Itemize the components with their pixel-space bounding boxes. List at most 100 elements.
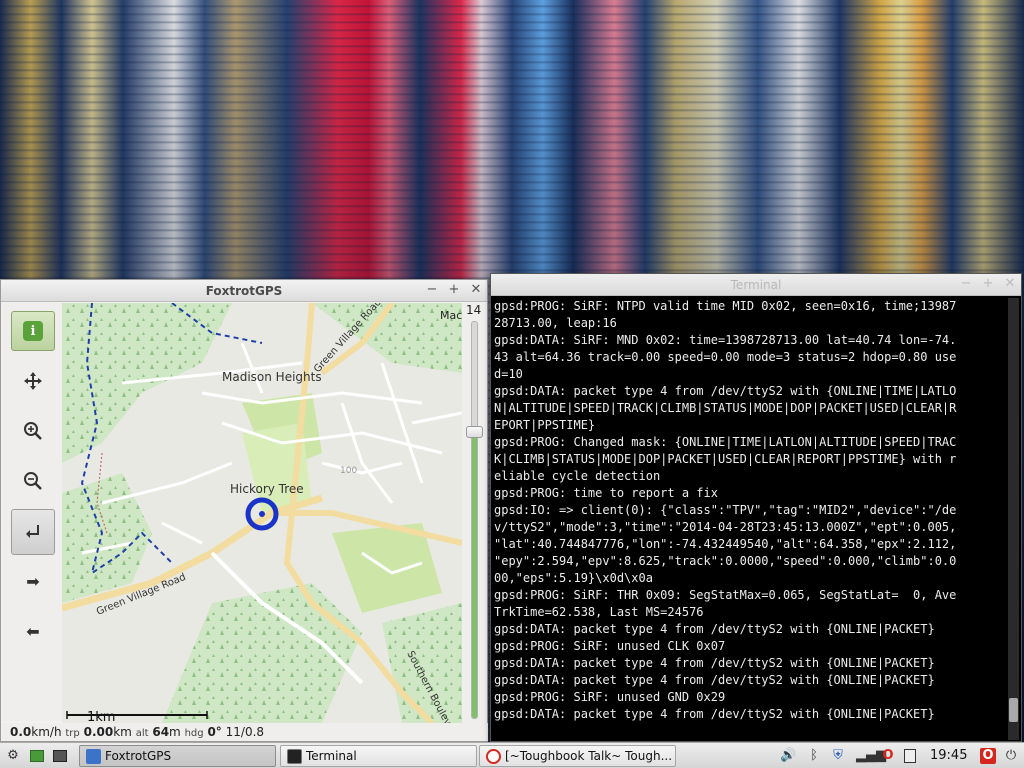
taskbar-task-terminal[interactable]: Terminal [280,745,477,767]
alt-label: alt [135,728,149,739]
terminal-launcher-icon[interactable] [53,750,67,762]
route-number-label: 100 [340,466,357,476]
forward-button[interactable]: ➡ [11,561,55,601]
maximize-icon[interactable]: + [981,276,995,292]
scrollbar-thumb[interactable] [1009,698,1018,722]
taskbar-task-opera[interactable]: [~Toughbook Talk~ Tough... [479,745,676,767]
terminal-line: 00,"eps":5.19}\x0d\x0a [494,571,653,585]
opera-icon[interactable]: O [980,748,996,764]
zoom-slider-fill [472,432,477,718]
satellite-info: 11/0.8 [225,725,265,739]
terminal-line: K|CLIMB|STATUS|MODE|DOP|PACKET|USED|CLEA… [494,452,957,466]
opera-icon [486,749,501,764]
terminal-line: 43 alt=64.36 track=0.00 speed=0.00 mode=… [494,350,957,364]
terminal-line: gpsd:DATA: packet type 4 from /dev/ttyS2… [494,673,935,687]
zoom-out-icon [24,472,42,490]
taskbar-task-foxtrot[interactable]: FoxtrotGPS [79,745,276,767]
gps-status-bar: 0.0km/h trp 0.00km alt 64m hdg 0° 11/0.8 [2,723,488,741]
arrow-right-icon: ➡ [26,571,40,591]
window-title: FoxtrotGPS [205,284,283,298]
map-canvas: Madison Heights Hickory Tree Green Villa… [62,303,462,723]
terminal-scrollbar[interactable] [1008,298,1019,740]
terminal-line: TrkTime=62.538, Last MS=24576 [494,605,704,619]
alt-value: 64 [152,725,170,739]
foxtrotgps-titlebar[interactable]: FoxtrotGPS − + ✕ [1,280,487,302]
terminal-line: gpsd:IO: => client(0): {"class":"TPV","t… [494,503,957,517]
taskbar: ⚙ FoxtrotGPS Terminal [~Toughbook Talk~ To… [0,742,1024,768]
minimize-icon[interactable]: − [425,282,439,298]
zoom-slider-panel: 14 [462,303,487,723]
close-icon[interactable]: ✕ [1003,276,1017,292]
task-label: Terminal [306,749,357,763]
battery-icon [904,749,916,763]
opera-tray-icon[interactable]: O [880,748,896,764]
terminal-line: "lat":40.744847776,"lon":-74.432449540,"… [494,537,957,551]
place-label-mac: Mac [440,309,462,322]
terminal-line: gpsd:PROG: SiRF: unused GND 0x29 [494,690,726,704]
terminal-line: gpsd:PROG: SiRF: THR 0x09: SegStatMax=0.… [494,588,957,602]
terminal-line: gpsd:PROG: SiRF: NTPD valid time MID 0x0… [494,299,957,313]
terminal-line: gpsd:DATA: packet type 4 from /dev/ttyS2… [494,656,935,670]
terminal-line: gpsd:DATA: packet type 4 from /dev/ttyS2… [494,707,935,721]
terminal-line: d=10 [494,367,523,381]
task-label: [~Toughbook Talk~ Tough... [505,749,673,763]
minimize-icon[interactable]: − [959,276,973,292]
map-toolbar: i ➡ ⬅ [2,303,62,721]
crosshair-move-icon [24,372,42,390]
terminal-line: gpsd:DATA: SiRF: MND 0x02: time=13987287… [494,333,957,347]
terminal-line: gpsd:PROG: time to report a fix [494,486,718,500]
window-title: Terminal [730,278,782,292]
hdg-value: 0° [207,725,222,739]
terminal-line: gpsd:DATA: packet type 4 from /dev/ttyS2… [494,622,935,636]
terminal-icon [287,749,302,764]
zoom-out-button[interactable] [11,461,55,501]
terminal-titlebar[interactable]: Terminal − + ✕ [491,274,1021,296]
trip-label: trp [65,728,80,739]
terminal-line: gpsd:PROG: SiRF: unused CLK 0x07 [494,639,726,653]
task-label: FoxtrotGPS [105,749,172,763]
terminal-line: 28713.00, leap:16 [494,316,617,330]
zoom-level: 14 [466,303,482,317]
terminal-window: Terminal − + ✕ gpsd:PROG: SiRF: NTPD val… [490,273,1022,742]
trip-value: 0.00 [83,725,114,739]
zoom-in-icon [24,422,42,440]
return-arrow-icon [26,525,39,538]
info-icon: i [23,321,43,341]
autocenter-button[interactable] [11,361,55,401]
alt-unit: m [169,725,181,739]
place-label-hickory: Hickory Tree [230,482,304,496]
speed-value: 0.0 [10,725,32,739]
show-desktop-icon[interactable] [30,750,44,762]
shield-icon[interactable]: ⛨ [830,748,846,764]
scale-bar-label: 1km [87,710,115,723]
hdg-label: hdg [184,728,204,739]
clock[interactable]: 19:45 [930,748,967,763]
terminal-line: gpsd:DATA: packet type 4 from /dev/ttyS2… [494,384,957,398]
terminal-line: "epy":2.594,"epv":8.625,"track":0.0000,"… [494,554,957,568]
info-button[interactable]: i [11,311,55,351]
map-view[interactable]: Madison Heights Hickory Tree Green Villa… [62,303,462,723]
signal-strength-icon: ▂▄▆ [856,748,886,763]
place-label-madison: Madison Heights [222,370,322,384]
trip-unit: km [113,725,132,739]
terminal-text: gpsd:PROG: SiRF: NTPD valid time MID 0x0… [493,298,1007,723]
terminal-line: gpsd:PROG: Changed mask: {ONLINE|TIME|LA… [494,435,957,449]
zoom-slider-track[interactable] [471,321,478,719]
bluetooth-icon[interactable]: ᛒ [806,748,822,764]
arrow-left-icon: ⬅ [26,621,40,641]
route-button[interactable] [11,509,55,555]
volume-icon[interactable]: 🔊 [780,748,796,764]
zoom-slider-thumb[interactable] [466,426,483,439]
gear-icon[interactable]: ⚙ [5,748,21,764]
back-button[interactable]: ⬅ [11,611,55,651]
terminal-output[interactable]: gpsd:PROG: SiRF: NTPD valid time MID 0x0… [493,298,1007,740]
terminal-line: v/ttyS2","mode":3,"time":"2014-04-28T23:… [494,520,957,534]
power-icon[interactable]: ⏻ [1003,748,1019,764]
terminal-line: eliable cycle detection [494,469,661,483]
foxtrotgps-window: FoxtrotGPS − + ✕ i ➡ ⬅ Madison Heights H… [0,279,488,742]
foxtrot-icon [86,749,101,764]
zoom-in-button[interactable] [11,411,55,451]
terminal-line: N|ALTITUDE|SPEED|TRACK|CLIMB|STATUS|MODE… [494,401,957,415]
maximize-icon[interactable]: + [447,282,461,298]
close-icon[interactable]: ✕ [469,282,483,298]
